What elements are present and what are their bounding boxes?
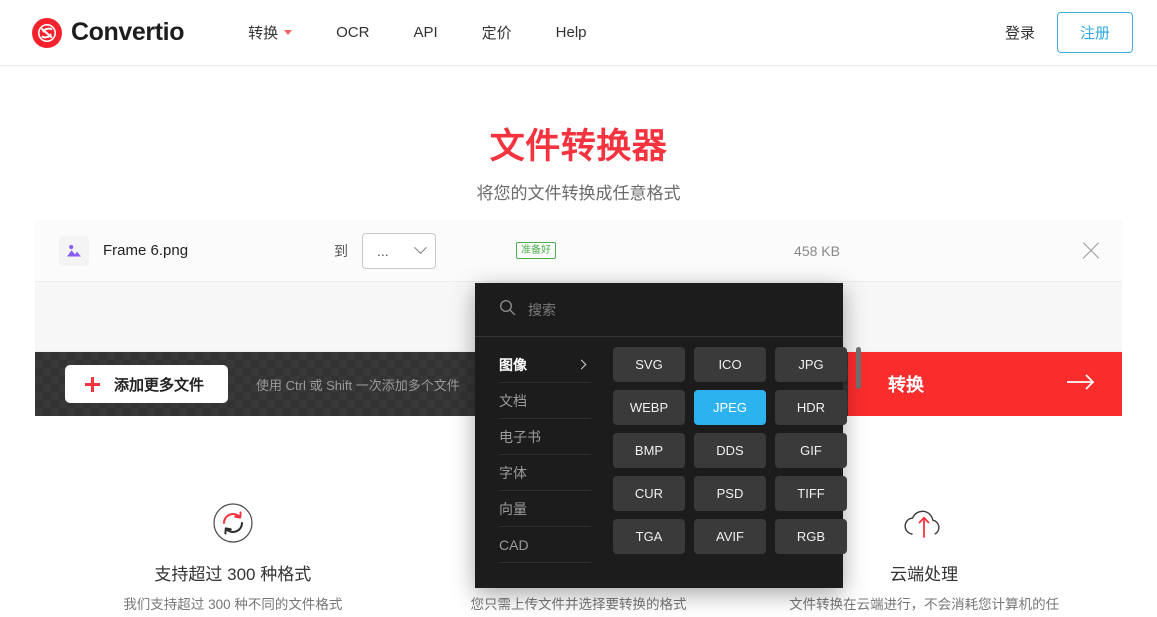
chevron-right-icon	[576, 359, 587, 370]
scrollbar-thumb[interactable]	[856, 347, 861, 389]
format-category-document-label: 文档	[499, 392, 527, 409]
feature-formats-title: 支持超过 300 种格式	[154, 565, 312, 584]
arrow-right-icon	[1066, 373, 1096, 396]
header-actions: 登录 注册	[1005, 12, 1133, 53]
format-option-cur[interactable]: CUR	[613, 476, 685, 511]
chevron-down-icon	[414, 241, 427, 255]
format-category-font[interactable]: 字体	[499, 455, 591, 491]
format-dropdown-panel: 搜索 图像 文档 电子书 字体 向量 CAD SVG ICO JPG WEBP …	[475, 283, 861, 588]
format-option-tiff[interactable]: TIFF	[775, 476, 847, 511]
format-search-row: 搜索	[475, 283, 843, 337]
feature-formats-desc: 我们支持超过 300 种不同的文件格式	[123, 597, 343, 612]
nav-item-ocr[interactable]: OCR	[314, 16, 391, 49]
nav-item-pricing-label: 定价	[481, 25, 512, 42]
nav-item-help-label: Help	[555, 24, 587, 41]
format-option-bmp[interactable]: BMP	[613, 433, 685, 468]
nav-item-convert[interactable]: 转换	[226, 14, 314, 51]
format-dropdown-body: 图像 文档 电子书 字体 向量 CAD SVG ICO JPG WEBP JPE…	[475, 337, 861, 588]
login-link[interactable]: 登录	[1005, 22, 1035, 43]
signup-button[interactable]: 注册	[1056, 12, 1133, 53]
status-badge: 准备好	[516, 242, 557, 259]
format-category-font-label: 字体	[499, 464, 527, 481]
format-category-cad-label: CAD	[499, 536, 529, 553]
convertio-logo-icon	[32, 17, 62, 48]
page-root: Convertio 转换 OCR API 定价 Help 登录 注册 文件转换器…	[0, 0, 1157, 617]
feature-formats: 支持超过 300 种格式 我们支持超过 300 种不同的文件格式	[60, 500, 406, 617]
format-option-gif[interactable]: GIF	[775, 433, 847, 468]
chevron-down-icon	[284, 30, 293, 35]
nav-item-api-label: API	[413, 24, 438, 41]
format-search-placeholder: 搜索	[528, 301, 556, 318]
nav-item-pricing[interactable]: 定价	[460, 14, 534, 51]
format-grid: SVG ICO JPG WEBP JPEG HDR BMP DDS GIF CU…	[613, 347, 847, 554]
search-icon	[499, 299, 516, 321]
format-category-ebook-label: 电子书	[499, 428, 541, 445]
to-label: 到	[334, 242, 349, 259]
format-option-jpeg[interactable]: JPEG	[694, 390, 766, 425]
refresh-circle-icon	[60, 500, 406, 546]
target-format-select[interactable]: ...	[362, 232, 437, 269]
format-grid-scrollbar[interactable]	[856, 347, 861, 579]
format-option-webp[interactable]: WEBP	[613, 390, 685, 425]
file-size: 458 KB	[794, 242, 840, 259]
format-category-document[interactable]: 文档	[499, 383, 591, 419]
page-title: 文件转换器	[489, 127, 668, 166]
format-category-ebook[interactable]: 电子书	[499, 419, 591, 455]
format-search-input[interactable]: 搜索	[499, 283, 819, 336]
brand-logo[interactable]: Convertio	[32, 17, 185, 48]
nav-item-convert-label: 转换	[248, 25, 279, 42]
main-nav: 转换 OCR API 定价 Help	[226, 14, 608, 51]
nav-item-ocr-label: OCR	[336, 24, 370, 41]
format-category-image[interactable]: 图像	[499, 347, 591, 383]
format-category-cad[interactable]: CAD	[499, 527, 591, 563]
format-category-list: 图像 文档 电子书 字体 向量 CAD	[475, 337, 591, 588]
format-option-ico[interactable]: ICO	[694, 347, 766, 382]
close-icon[interactable]	[1078, 238, 1104, 264]
convert-button-label: 转换	[888, 375, 924, 395]
feature-speed-desc: 您只需上传文件并选择要转换的格式	[470, 597, 687, 612]
format-category-image-label: 图像	[499, 356, 527, 373]
format-option-hdr[interactable]: HDR	[775, 390, 847, 425]
site-header: Convertio 转换 OCR API 定价 Help 登录 注册	[0, 0, 1157, 66]
convert-button[interactable]: 转换	[848, 352, 1122, 416]
nav-item-api[interactable]: API	[391, 16, 459, 49]
multi-select-hint: 使用 Ctrl 或 Shift 一次添加多个文件	[256, 377, 460, 393]
format-category-vector[interactable]: 向量	[499, 491, 591, 527]
page-subtitle: 将您的文件转换成任意格式	[476, 184, 681, 203]
feature-cloud-desc: 文件转换在云端进行，不会消耗您计算机的任何资源	[789, 597, 1060, 612]
file-name: Frame 6.png	[103, 242, 189, 259]
plus-icon	[85, 376, 100, 392]
format-option-rgb[interactable]: RGB	[775, 519, 847, 554]
format-option-dds[interactable]: DDS	[694, 433, 766, 468]
hero-section: 文件转换器 将您的文件转换成任意格式	[0, 66, 1157, 204]
add-more-files-label: 添加更多文件	[114, 376, 205, 394]
format-option-avif[interactable]: AVIF	[694, 519, 766, 554]
format-category-vector-label: 向量	[499, 500, 527, 517]
format-grid-wrap: SVG ICO JPG WEBP JPEG HDR BMP DDS GIF CU…	[591, 337, 867, 588]
target-format-value: ...	[377, 242, 389, 259]
image-file-icon	[59, 235, 89, 266]
add-more-files-button[interactable]: 添加更多文件	[65, 365, 229, 403]
format-option-tga[interactable]: TGA	[613, 519, 685, 554]
format-option-jpg[interactable]: JPG	[775, 347, 847, 382]
brand-name: Convertio	[71, 18, 185, 46]
format-option-psd[interactable]: PSD	[694, 476, 766, 511]
nav-item-help[interactable]: Help	[534, 16, 609, 49]
format-option-svg[interactable]: SVG	[613, 347, 685, 382]
file-row: Frame 6.png 到 ... 准备好 458 KB	[35, 220, 1122, 282]
